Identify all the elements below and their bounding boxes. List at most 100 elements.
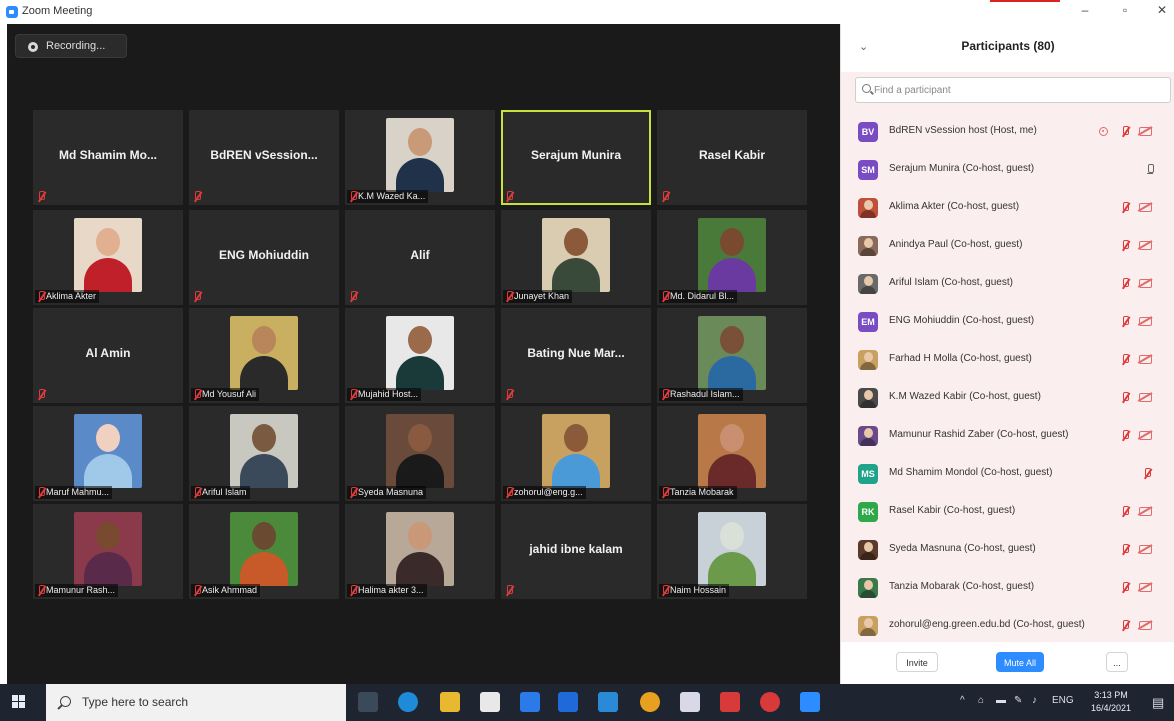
mic-muted-icon bbox=[505, 389, 513, 400]
close-icon[interactable]: ✕ bbox=[1152, 3, 1172, 17]
mic-muted-icon[interactable] bbox=[1121, 126, 1129, 137]
video-tile[interactable]: Naim Hossain bbox=[657, 504, 807, 599]
video-off-icon[interactable] bbox=[1139, 317, 1152, 326]
mic-muted-icon[interactable] bbox=[1121, 392, 1129, 403]
mail-icon[interactable] bbox=[598, 692, 618, 712]
volume-icon[interactable]: ♪ bbox=[1032, 695, 1037, 706]
video-tile[interactable]: Halima akter 3... bbox=[345, 504, 495, 599]
mic-muted-icon[interactable] bbox=[1121, 620, 1129, 631]
mic-muted-icon bbox=[193, 585, 201, 596]
video-tile[interactable]: Bating Nue Mar... bbox=[501, 308, 651, 403]
pen-icon[interactable]: ✎ bbox=[1014, 695, 1022, 706]
video-off-icon[interactable] bbox=[1139, 203, 1152, 212]
video-tile[interactable]: Al Amin bbox=[33, 308, 183, 403]
participant-row[interactable]: RK Rasel Kabir (Co-host, guest) bbox=[841, 493, 1174, 531]
participant-row[interactable]: EM ENG Mohiuddin (Co-host, guest) bbox=[841, 303, 1174, 341]
mic-on-icon[interactable] bbox=[1147, 164, 1154, 175]
mic-muted-icon[interactable] bbox=[1121, 544, 1129, 555]
participant-search-input[interactable] bbox=[874, 82, 1164, 99]
participant-row[interactable]: Farhad H Molla (Co-host, guest) bbox=[841, 341, 1174, 379]
participant-search[interactable] bbox=[855, 77, 1171, 103]
participant-row[interactable]: Aklima Akter (Co-host, guest) bbox=[841, 189, 1174, 227]
video-tile[interactable]: Alif bbox=[345, 210, 495, 305]
app-red-icon[interactable] bbox=[720, 692, 740, 712]
mic-muted-icon[interactable] bbox=[1121, 240, 1129, 251]
clock[interactable]: 3:13 PM 16/4/2021 bbox=[1088, 689, 1134, 715]
video-tile[interactable]: Maruf Mahmu... bbox=[33, 406, 183, 501]
recording-indicator[interactable]: Recording... bbox=[15, 34, 127, 58]
participant-row[interactable]: K.M Wazed Kabir (Co-host, guest) bbox=[841, 379, 1174, 417]
chrome-alt-icon[interactable] bbox=[760, 692, 780, 712]
video-off-icon[interactable] bbox=[1139, 393, 1152, 402]
video-off-icon[interactable] bbox=[1139, 507, 1152, 516]
store-icon[interactable] bbox=[480, 692, 500, 712]
mute-all-button[interactable]: Mute All bbox=[996, 652, 1044, 672]
video-tile[interactable]: Md. Didarul Bl... bbox=[657, 210, 807, 305]
dropbox-icon[interactable] bbox=[520, 692, 540, 712]
video-tile[interactable]: Ariful Islam bbox=[189, 406, 339, 501]
video-tile[interactable]: ENG Mohiuddin bbox=[189, 210, 339, 305]
video-tile[interactable]: Syeda Masnuna bbox=[345, 406, 495, 501]
task-view-icon[interactable] bbox=[358, 692, 378, 712]
video-tile[interactable]: Junayet Khan bbox=[501, 210, 651, 305]
video-tile[interactable]: Mujahid Host... bbox=[345, 308, 495, 403]
participant-row[interactable]: SM Serajum Munira (Co-host, guest) bbox=[841, 151, 1174, 189]
video-off-icon[interactable] bbox=[1139, 355, 1152, 364]
participant-row[interactable]: Ariful Islam (Co-host, guest) bbox=[841, 265, 1174, 303]
participant-row[interactable]: Anindya Paul (Co-host, guest) bbox=[841, 227, 1174, 265]
video-tile[interactable]: Md Yousuf Ali bbox=[189, 308, 339, 403]
video-tile[interactable]: Rasel Kabir bbox=[657, 110, 807, 205]
video-tile[interactable]: Aklima Akter bbox=[33, 210, 183, 305]
video-off-icon[interactable] bbox=[1139, 241, 1152, 250]
zoom-icon[interactable] bbox=[800, 692, 820, 712]
mic-muted-icon[interactable] bbox=[1121, 430, 1129, 441]
video-tile[interactable]: Serajum Munira bbox=[501, 110, 651, 205]
video-off-icon[interactable] bbox=[1139, 583, 1152, 592]
invite-button[interactable]: Invite bbox=[896, 652, 938, 672]
video-tile[interactable]: zohorul@eng.g... bbox=[501, 406, 651, 501]
tray-chevron-icon[interactable]: ^ bbox=[960, 695, 965, 706]
recording-icon[interactable] bbox=[1099, 127, 1108, 136]
video-tile[interactable]: K.M Wazed Ka... bbox=[345, 110, 495, 205]
mic-muted-icon[interactable] bbox=[1121, 316, 1129, 327]
video-tile[interactable]: Md Shamim Mo... bbox=[33, 110, 183, 205]
more-button[interactable]: ... bbox=[1106, 652, 1128, 672]
edge-icon[interactable] bbox=[398, 692, 418, 712]
taskbar-search[interactable]: Type here to search bbox=[46, 684, 346, 721]
file-explorer-icon[interactable] bbox=[440, 692, 460, 712]
participant-row[interactable]: zohorul@eng.green.edu.bd (Co-host, guest… bbox=[841, 607, 1174, 645]
paint-icon[interactable] bbox=[680, 692, 700, 712]
language-indicator[interactable]: ENG bbox=[1052, 695, 1074, 706]
video-tile[interactable]: jahid ibne kalam bbox=[501, 504, 651, 599]
network-icon[interactable]: ⌂ bbox=[978, 695, 984, 706]
video-off-icon[interactable] bbox=[1139, 545, 1152, 554]
video-tile[interactable]: Asik Ahmmad bbox=[189, 504, 339, 599]
participant-row[interactable]: BV BdREN vSession host (Host, me) bbox=[841, 113, 1174, 151]
participant-video bbox=[74, 218, 142, 292]
participant-row[interactable]: Syeda Masnuna (Co-host, guest) bbox=[841, 531, 1174, 569]
participant-row[interactable]: Mamunur Rashid Zaber (Co-host, guest) bbox=[841, 417, 1174, 455]
video-tile[interactable]: BdREN vSession... bbox=[189, 110, 339, 205]
mic-muted-icon[interactable] bbox=[1143, 468, 1151, 479]
restore-icon[interactable]: ▫ bbox=[1115, 3, 1135, 17]
video-off-icon[interactable] bbox=[1139, 431, 1152, 440]
video-tile[interactable]: Mamunur Rash... bbox=[33, 504, 183, 599]
mic-muted-icon[interactable] bbox=[1121, 582, 1129, 593]
video-off-icon[interactable] bbox=[1139, 127, 1152, 136]
mic-muted-icon[interactable] bbox=[1121, 506, 1129, 517]
video-tile[interactable]: Tanzia Mobarak bbox=[657, 406, 807, 501]
minimize-icon[interactable]: – bbox=[1075, 3, 1095, 17]
video-off-icon[interactable] bbox=[1139, 621, 1152, 630]
mic-muted-icon[interactable] bbox=[1121, 202, 1129, 213]
participant-row[interactable]: MS Md Shamim Mondol (Co-host, guest) bbox=[841, 455, 1174, 493]
participant-row[interactable]: Tanzia Mobarak (Co-host, guest) bbox=[841, 569, 1174, 607]
chrome-icon[interactable] bbox=[640, 692, 660, 712]
notifications-icon[interactable]: ▤ bbox=[1152, 695, 1164, 711]
app-bolt-icon[interactable] bbox=[558, 692, 578, 712]
windows-start-icon[interactable] bbox=[12, 695, 26, 709]
mic-muted-icon[interactable] bbox=[1121, 354, 1129, 365]
mic-muted-icon[interactable] bbox=[1121, 278, 1129, 289]
video-off-icon[interactable] bbox=[1139, 279, 1152, 288]
video-tile[interactable]: Rashadul Islam... bbox=[657, 308, 807, 403]
battery-icon[interactable]: ▬ bbox=[996, 695, 1006, 706]
